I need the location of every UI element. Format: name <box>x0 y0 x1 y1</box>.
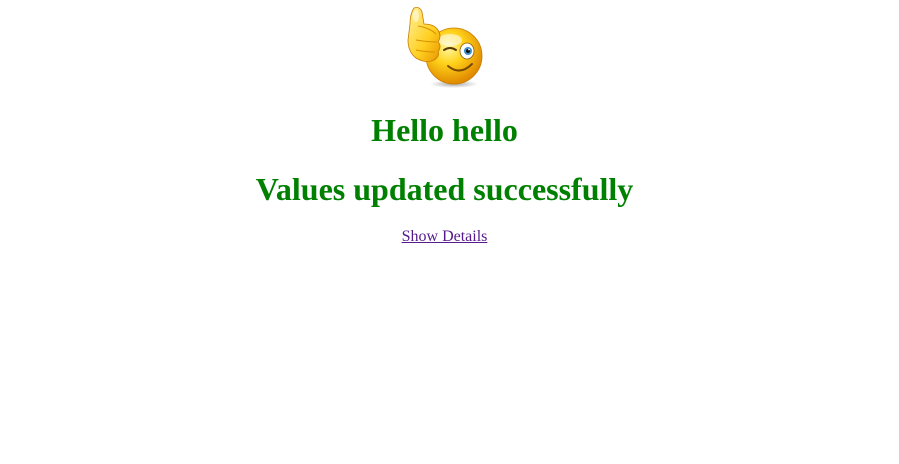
details-link-wrap: Show Details <box>0 227 889 247</box>
status-message-heading: Values updated successfully <box>255 171 634 207</box>
show-details-link[interactable]: Show Details <box>402 228 488 245</box>
greeting-heading: Hello hello <box>371 112 518 148</box>
thumbs-up-smiley-icon <box>404 4 486 90</box>
